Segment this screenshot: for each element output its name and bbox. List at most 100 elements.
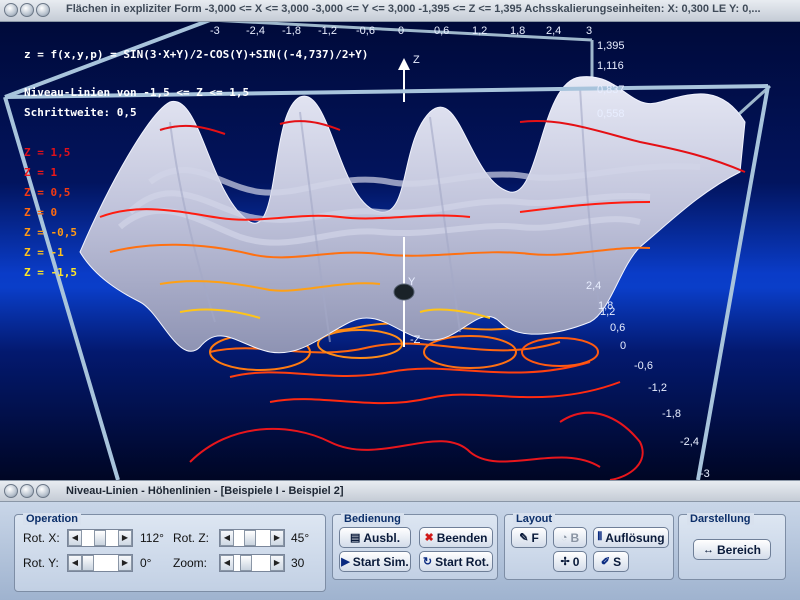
window-close-button[interactable] [4,3,18,17]
b-button-label: B [570,530,580,545]
x-tick: 2,4 [546,25,562,37]
y-tick: -1,2 [648,382,667,394]
dialog-close-button[interactable] [4,484,18,498]
z-tick: 0,558 [597,108,625,120]
y-axis-label: Y [408,276,416,288]
x-tick: -0,6 [356,25,375,37]
y-tick: -2,4 [680,436,699,448]
rot-y-thumb[interactable] [82,555,94,571]
darstellung-group: Darstellung ↔ Bereich [678,513,786,580]
x-tick: -3 [210,25,220,37]
f-button-label: F [531,530,539,545]
legend-item: Z = 1 [24,166,58,179]
x-tick: -1,2 [318,25,337,37]
legend-item: Z = -0,5 [24,226,77,239]
rot-y-label: Rot. Y: [23,556,59,570]
plot-viewport[interactable]: z = f(x,y,p) = SIN(3·X+Y)/2-COS(Y)+SIN((… [0,22,800,480]
s-button[interactable]: ✐ S [593,551,629,572]
levels-range-text: Niveau-Linien von -1,5 <= Z <= 1,5 [24,86,250,99]
operation-group-label: Operation [23,513,81,525]
rot-x-decrement[interactable]: ◀ [68,530,82,546]
rot-x-thumb[interactable] [94,530,106,546]
z-tick: 1,116 [597,60,624,72]
window-maximize-button[interactable] [36,3,50,17]
rot-x-value: 112° [140,531,164,545]
start-rot-button-label: Start Rot. [435,554,490,569]
z-tick: 1,395 [597,40,625,52]
y-tick: 0,6 [610,322,626,334]
neg-z-axis-label: -Z [410,334,421,346]
y-tick: 1,2 [600,306,616,318]
rot-y-decrement[interactable]: ◀ [68,555,82,571]
y-tick: -0,6 [634,360,653,372]
x-tick: -1,8 [282,25,301,37]
darstellung-group-label: Darstellung [687,513,754,525]
start-sim-button[interactable]: ▶ Start Sim. [339,551,411,572]
aufloesung-button[interactable]: ⦀ Auflösung [593,527,669,548]
start-rot-button[interactable]: ↻ Start Rot. [419,551,493,572]
y-tick: -1,8 [662,408,681,420]
b-button[interactable]: ◔ B [553,527,587,548]
zoom-slider[interactable]: ◀ ▶ [219,554,285,572]
range-icon: ↔ [702,543,714,556]
rot-y-value: 0° [140,556,152,570]
z-axis-label: Z [413,54,420,66]
hide-icon: ▤ [349,532,361,544]
zero-button-label: 0 [572,554,580,569]
y-tick: -3 [700,468,710,480]
x-tick: 1,8 [510,25,526,37]
zoom-decrement[interactable]: ◀ [220,555,234,571]
rot-y-increment[interactable]: ▶ [118,555,132,571]
x-tick: -2,4 [246,25,265,37]
bereich-button-label: Bereich [716,542,762,557]
rot-y-slider[interactable]: ◀ ▶ [67,554,133,572]
x-tick: 3 [586,25,593,37]
y-tick: 0 [620,340,627,352]
rot-z-value: 45° [291,531,310,545]
layout-group: Layout ✎ F ◔ B ⦀ Auflösung ✢ 0 ✐ S [504,513,674,580]
rot-z-increment[interactable]: ▶ [270,530,284,546]
legend-item: Z = 0,5 [24,186,71,199]
zero-button[interactable]: ✢ 0 [553,551,587,572]
zoom-thumb[interactable] [240,555,252,571]
rot-z-slider[interactable]: ◀ ▶ [219,529,285,547]
rot-x-label: Rot. X: [23,531,60,545]
legend-item: Z = -1,5 [24,266,77,279]
zoom-label: Zoom: [173,556,208,570]
rot-z-thumb[interactable] [244,530,256,546]
window-minimize-button[interactable] [20,3,34,17]
dialog-titlebar: Niveau-Linien - Höhenlinien - [Beispiele… [0,480,800,502]
formula-text: z = f(x,y,p) = SIN(3·X+Y)/2-COS(Y)+SIN((… [24,48,369,61]
play-icon: ▶ [341,556,350,568]
bulb-icon: ◔ [560,531,568,544]
bereich-button[interactable]: ↔ Bereich [693,539,771,560]
dialog-maximize-button[interactable] [36,484,50,498]
dialog-title: Niveau-Linien - Höhenlinien - [Beispiele… [66,485,344,497]
beenden-button[interactable]: ✖ Beenden [419,527,493,548]
window-titlebar: Flächen in expliziter Form -3,000 <= X <… [0,0,800,22]
ausbl-button-label: Ausbl. [363,530,401,545]
rot-x-slider[interactable]: ◀ ▶ [67,529,133,547]
surface-mesh [79,76,746,354]
beenden-button-label: Beenden [436,530,488,545]
f-button[interactable]: ✎ F [511,527,547,548]
x-tick: 0,6 [434,25,450,37]
legend-item: Z = -1 [24,246,64,259]
rot-z-decrement[interactable]: ◀ [220,530,234,546]
dialog-minimize-button[interactable] [20,484,34,498]
layout-group-label: Layout [513,513,556,525]
zoom-increment[interactable]: ▶ [270,555,284,571]
zoom-value: 30 [291,556,305,570]
aufloesung-button-label: Auflösung [605,530,665,545]
legend-item: Z = 1,5 [24,146,71,159]
control-panel: Operation Rot. X: ◀ ▶ 112° Rot. Z: ◀ ▶ 4… [0,502,800,600]
rot-x-increment[interactable]: ▶ [118,530,132,546]
x-tick: 0 [398,25,405,37]
legend-item: Z = 0 [24,206,58,219]
start-sim-button-label: Start Sim. [352,554,409,569]
x-tick: 1,2 [472,25,488,37]
rotate-icon: ↻ [422,556,433,568]
ausbl-button[interactable]: ▤ Ausbl. [339,527,411,548]
brush-icon: ✎ [519,532,529,544]
bedienung-group: Bedienung ▤ Ausbl. ✖ Beenden ▶ Start Sim… [332,513,498,580]
